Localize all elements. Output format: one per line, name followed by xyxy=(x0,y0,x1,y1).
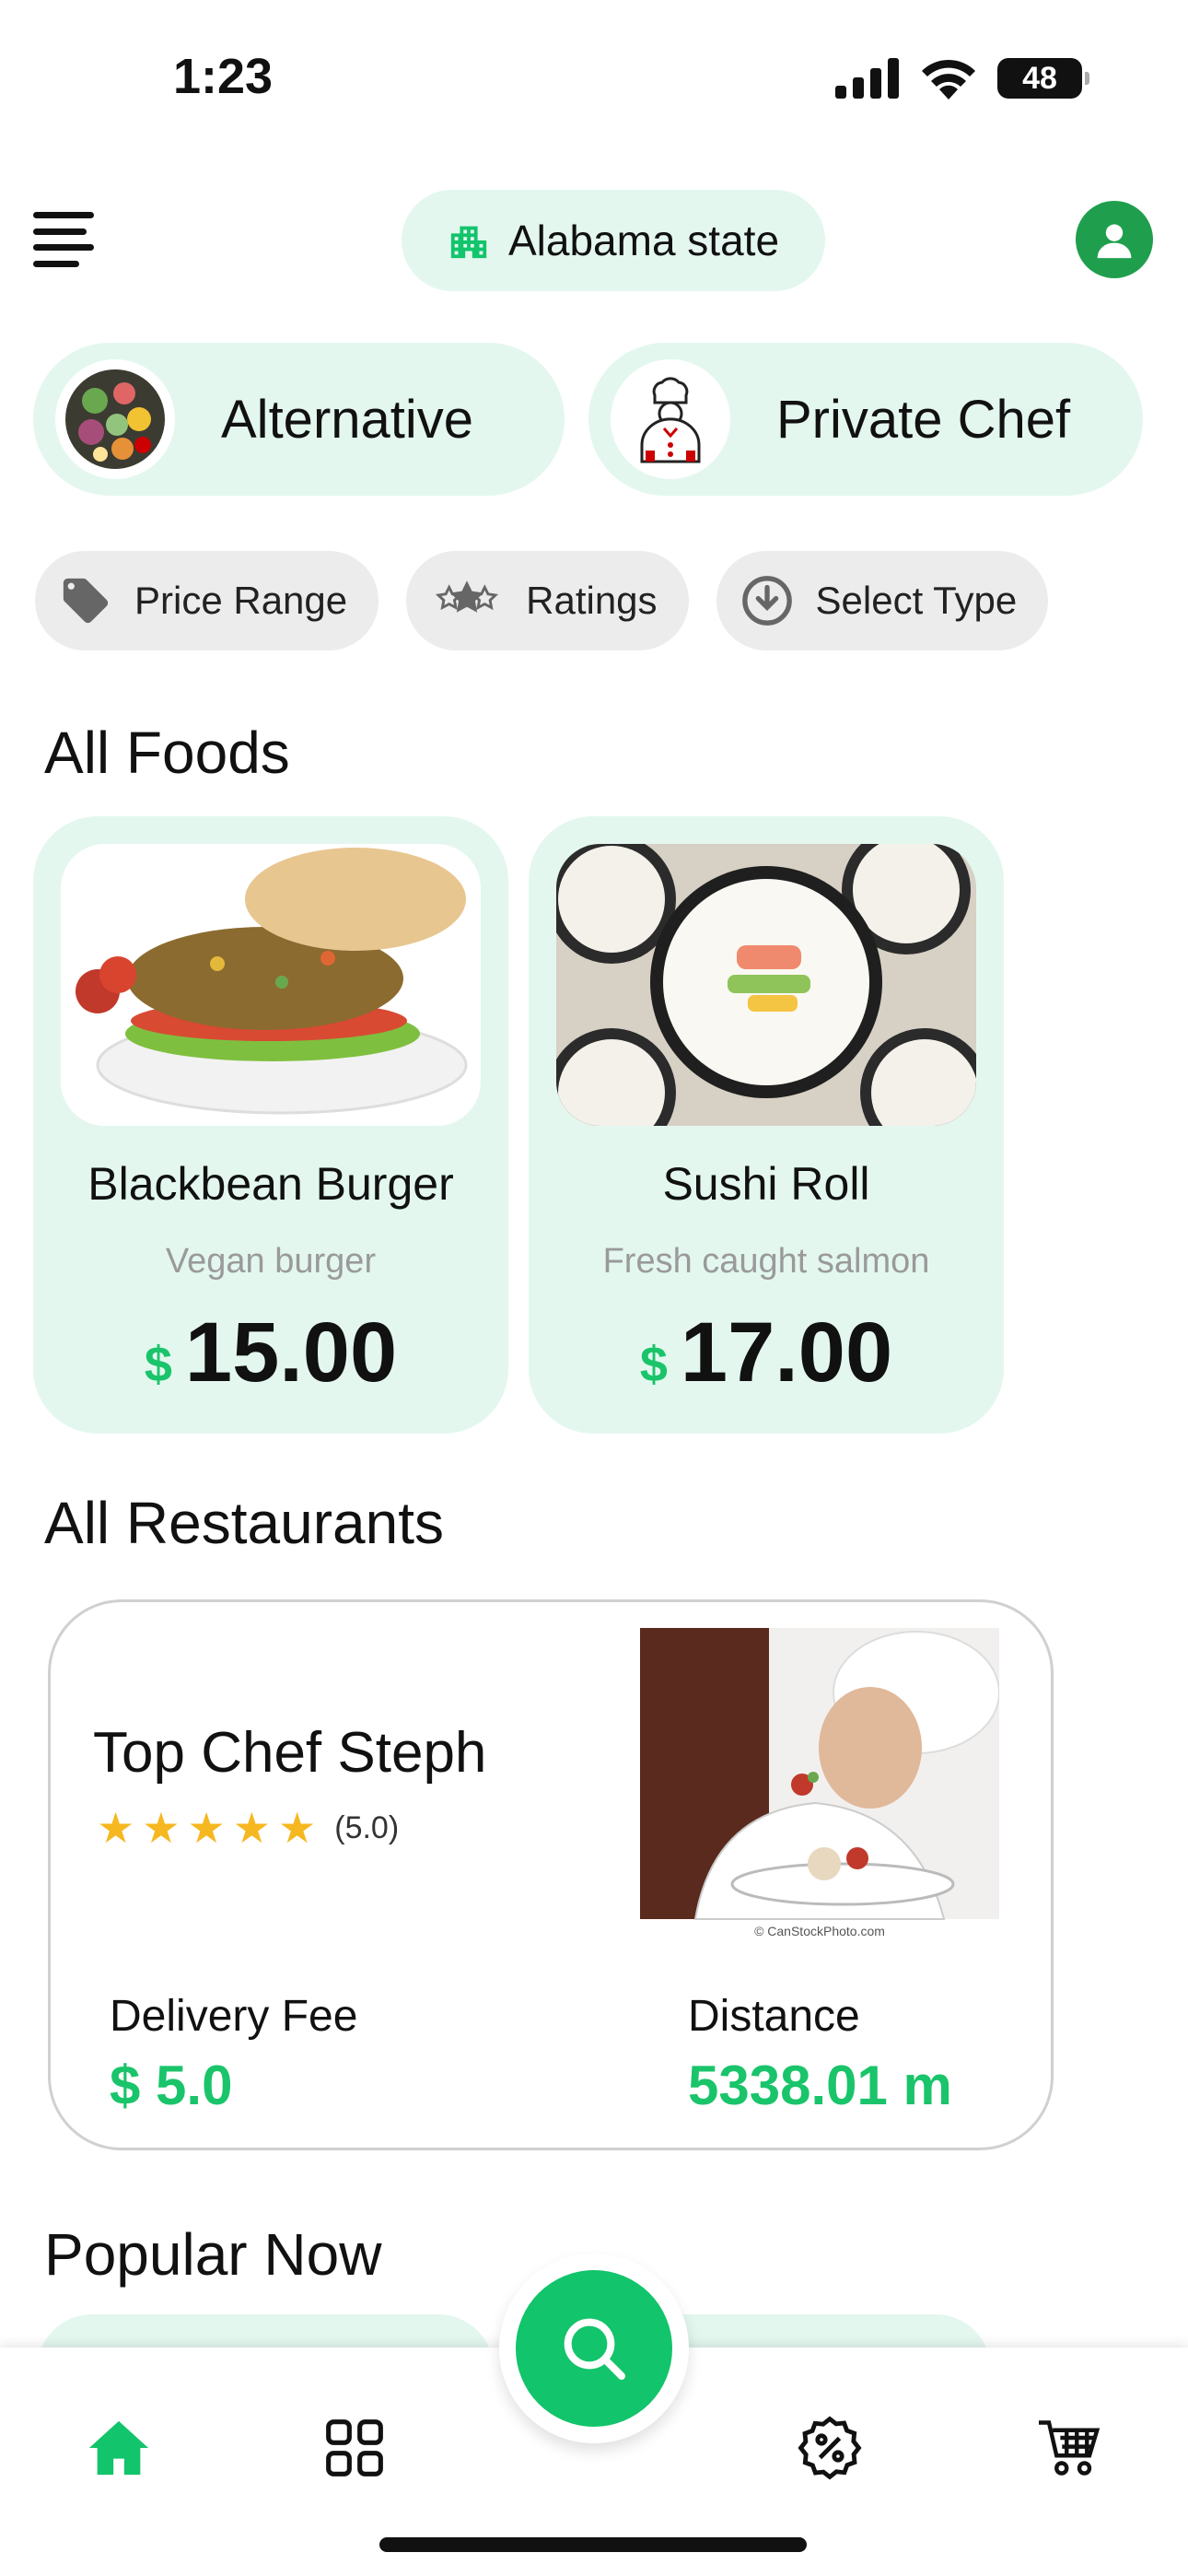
food-card[interactable]: Blackbean Burger Vegan burger $ 15.00 xyxy=(33,816,508,1434)
wifi-icon xyxy=(922,59,975,100)
delivery-fee-label: Delivery Fee xyxy=(110,1992,358,2041)
distance-label: Distance xyxy=(688,1992,860,2041)
food-image xyxy=(61,844,481,1126)
status-icons: 48 xyxy=(835,57,1089,100)
battery-level: 48 xyxy=(1022,60,1057,96)
search-icon xyxy=(564,2318,625,2380)
location-label: Alabama state xyxy=(507,217,780,264)
star-icon: ★ xyxy=(232,1804,271,1852)
food-image xyxy=(556,844,976,1126)
section-all-foods: All Foods xyxy=(44,720,290,786)
section-popular-now: Popular Now xyxy=(44,2221,382,2288)
tag-icon xyxy=(63,578,109,624)
food-name: Sushi Roll xyxy=(662,1158,870,1210)
restaurant-name: Top Chef Steph xyxy=(93,1721,487,1785)
section-all-restaurants: All Restaurants xyxy=(44,1490,444,1556)
profile-button[interactable] xyxy=(1076,201,1153,278)
location-selector[interactable]: Alabama state xyxy=(402,190,825,291)
star-icon: ★ xyxy=(97,1804,135,1852)
filter-label: Ratings xyxy=(526,579,658,622)
price-amount: 17.00 xyxy=(680,1306,893,1399)
chef-icon xyxy=(611,359,730,479)
delivery-fee-value: $ 5.0 xyxy=(110,2055,233,2116)
filter-ratings[interactable]: Ratings xyxy=(406,551,689,650)
category-row: Alternative Private Chef xyxy=(33,343,1143,496)
price-amount: 15.00 xyxy=(184,1306,398,1399)
filter-label: Price Range xyxy=(134,579,348,622)
user-icon xyxy=(1097,224,1132,259)
rating-value: (5.0) xyxy=(334,1809,400,1845)
signal-icon xyxy=(835,58,899,99)
filter-label: Select Type xyxy=(815,579,1018,622)
menu-button[interactable] xyxy=(33,212,94,267)
category-private-chef[interactable]: Private Chef xyxy=(588,343,1143,496)
discount-icon[interactable] xyxy=(794,2412,866,2484)
category-alternative[interactable]: Alternative xyxy=(33,343,565,496)
currency-symbol: $ xyxy=(144,1337,172,1392)
food-description: Vegan burger xyxy=(165,1242,377,1281)
food-price: $ 15.00 xyxy=(33,1305,508,1401)
download-circle-icon xyxy=(741,576,792,626)
home-icon[interactable] xyxy=(83,2412,155,2484)
search-button[interactable] xyxy=(516,2270,672,2427)
restaurant-card[interactable]: Top Chef Steph ★ ★ ★ ★ ★ (5.0) © CanStoc… xyxy=(48,1599,1054,2150)
restaurant-image: © CanStockPhoto.com xyxy=(640,1628,999,1939)
building-icon xyxy=(450,226,487,259)
grid-icon[interactable] xyxy=(319,2412,390,2484)
header: Alabama state xyxy=(0,184,1188,295)
cart-icon[interactable] xyxy=(1033,2412,1105,2484)
stars-icon xyxy=(436,580,499,613)
distance-value: 5338.01 m xyxy=(688,2055,952,2116)
status-time: 1:23 xyxy=(173,49,274,104)
star-icon: ★ xyxy=(187,1804,226,1852)
status-bar: 1:23 48 xyxy=(0,0,1188,157)
image-caption: © CanStockPhoto.com xyxy=(754,1924,885,1938)
battery-icon: 48 xyxy=(997,58,1089,99)
star-icon: ★ xyxy=(278,1804,317,1852)
search-fab-wrapper xyxy=(499,2254,689,2443)
food-description: Fresh caught salmon xyxy=(602,1242,930,1281)
filter-select-type[interactable]: Select Type xyxy=(716,551,1049,650)
rating-stars: ★ ★ ★ ★ ★ (5.0) xyxy=(97,1807,399,1849)
filter-row: Price Range Ratings Select Type xyxy=(35,551,1049,650)
food-card[interactable]: Sushi Roll Fresh caught salmon $ 17.00 xyxy=(529,816,1004,1434)
category-label: Alternative xyxy=(221,389,474,450)
star-icon: ★ xyxy=(142,1804,181,1852)
home-indicator xyxy=(379,2537,807,2552)
category-label: Private Chef xyxy=(776,389,1071,450)
vegetables-icon xyxy=(55,359,175,479)
food-name: Blackbean Burger xyxy=(87,1158,454,1210)
filter-price-range[interactable]: Price Range xyxy=(35,551,379,650)
food-price: $ 17.00 xyxy=(529,1305,1004,1401)
currency-symbol: $ xyxy=(639,1337,668,1392)
